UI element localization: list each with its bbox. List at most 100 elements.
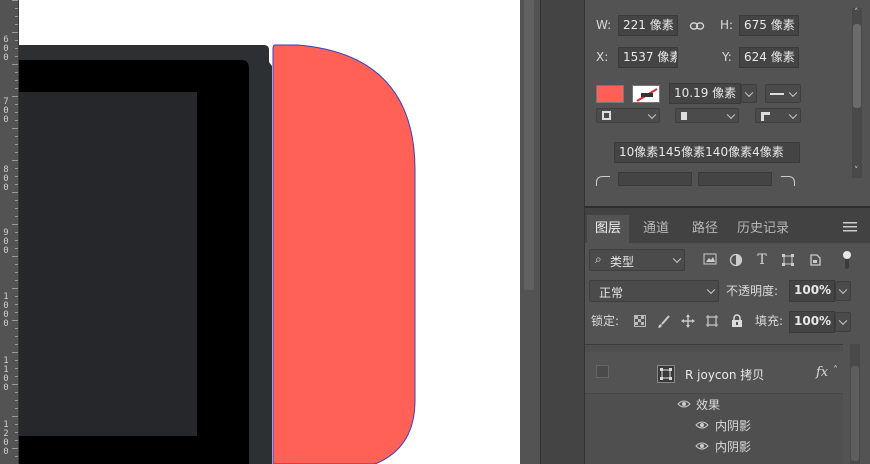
opacity-field[interactable]: 100% xyxy=(789,280,835,302)
ruler-tick xyxy=(15,304,18,305)
properties-scroll-thumb[interactable] xyxy=(853,24,861,108)
eye-icon[interactable] xyxy=(694,439,710,455)
effects-label: 效果 xyxy=(696,398,721,412)
ruler-tick xyxy=(12,320,18,321)
layer-name[interactable]: R joycon 拷贝 xyxy=(685,366,764,383)
ruler-tick xyxy=(15,72,18,73)
ruler-tick xyxy=(15,368,18,369)
ruler-tick xyxy=(12,192,18,193)
lock-image-pixels-icon[interactable] xyxy=(656,315,672,331)
ruler-label: 1 0 0 0 xyxy=(3,292,9,329)
ruler-tick xyxy=(15,392,18,393)
layer-effects-fx-icon[interactable]: fx xyxy=(816,365,828,380)
ruler-tick xyxy=(15,424,18,425)
layer-filter-dropdown[interactable]: ⌕ 类型 xyxy=(589,249,685,271)
stroke-corner-dropdown[interactable] xyxy=(755,108,801,123)
layers-scrollbar[interactable] xyxy=(850,344,860,464)
ruler-tick xyxy=(15,408,18,409)
document-canvas[interactable] xyxy=(19,0,520,464)
lock-position-icon[interactable] xyxy=(680,314,696,330)
effect-item-inner-shadow[interactable]: 内阴影 xyxy=(715,438,751,455)
vertical-ruler[interactable]: 6 0 0 7 0 0 8 0 0 9 0 0 1 0 0 0 1 1 0 0 … xyxy=(0,0,19,464)
fill-field[interactable]: 100% xyxy=(789,311,835,333)
eye-icon[interactable] xyxy=(694,418,710,434)
height-label: H: xyxy=(720,18,734,32)
ruler-label: 6 0 0 xyxy=(3,35,9,63)
x-label: X: xyxy=(596,50,609,64)
x-position-field[interactable]: 1537 像素 xyxy=(618,47,678,68)
ruler-label: 1 1 0 0 xyxy=(3,356,9,393)
height-field[interactable]: 675 像素 xyxy=(739,15,799,36)
tab-history[interactable]: 历史记录 xyxy=(729,215,797,243)
ruler-tick xyxy=(12,0,18,1)
stroke-width-dropdown[interactable] xyxy=(741,84,757,103)
width-field[interactable]: 221 像素 xyxy=(618,15,678,36)
corner-top-right-field[interactable] xyxy=(698,172,772,186)
collapse-effects-icon[interactable]: ˄ xyxy=(833,365,838,376)
ruler-tick xyxy=(12,96,18,97)
image-filter-icon[interactable] xyxy=(702,253,718,269)
opacity-dropdown[interactable] xyxy=(835,281,851,301)
ruler-tick xyxy=(15,432,18,433)
tab-layers[interactable]: 图层 xyxy=(587,215,630,243)
stroke-cap-dropdown[interactable] xyxy=(675,108,739,123)
ruler-tick xyxy=(15,112,18,113)
scroll-down-icon[interactable]: ˅ xyxy=(854,166,859,176)
ruler-label: 1 2 0 0 xyxy=(3,420,9,457)
width-label: W: xyxy=(596,18,612,32)
tab-paths[interactable]: 路径 xyxy=(684,215,726,243)
adjustment-filter-icon[interactable] xyxy=(728,253,744,269)
ruler-tick xyxy=(12,416,18,417)
ruler-tick xyxy=(15,24,18,25)
smart-object-filter-icon[interactable] xyxy=(807,253,823,269)
ruler-tick xyxy=(12,288,18,289)
ruler-tick xyxy=(12,256,18,257)
ruler-tick xyxy=(15,176,18,177)
ruler-tick xyxy=(15,48,18,49)
scroll-up-icon[interactable]: ˄ xyxy=(854,8,859,18)
ruler-tick xyxy=(12,352,18,353)
layer-visibility-toggle[interactable] xyxy=(596,365,609,378)
ruler-tick xyxy=(15,240,18,241)
stroke-type-dropdown[interactable] xyxy=(765,84,801,103)
blend-mode-dropdown[interactable]: 正常 xyxy=(589,280,719,302)
ruler-tick xyxy=(15,8,18,9)
lock-artboard-icon[interactable] xyxy=(704,314,720,330)
filter-toggle[interactable] xyxy=(843,251,851,269)
layers-scroll-thumb[interactable] xyxy=(851,366,859,461)
ruler-tick xyxy=(15,248,18,249)
lock-all-icon[interactable] xyxy=(729,314,745,330)
stroke-color-swatch[interactable] xyxy=(632,85,660,103)
eye-icon[interactable] xyxy=(676,397,692,413)
ruler-tick xyxy=(12,128,18,129)
link-icon[interactable] xyxy=(689,18,705,34)
canvas-vertical-scrollbar[interactable] xyxy=(524,0,534,290)
fill-dropdown[interactable] xyxy=(835,312,851,332)
stroke-width-field[interactable]: 10.19 像素 xyxy=(669,83,741,104)
ruler-tick xyxy=(15,104,18,105)
properties-scrollbar[interactable]: ˄ ˅ xyxy=(852,8,862,178)
ruler-tick xyxy=(15,152,18,153)
ruler-tick xyxy=(12,224,18,225)
panel-menu-icon[interactable] xyxy=(842,221,858,237)
canvas-artwork xyxy=(19,44,416,464)
corner-top-left-field[interactable] xyxy=(618,172,692,186)
ruler-tick xyxy=(15,232,18,233)
ruler-label: 9 0 0 xyxy=(3,228,9,256)
y-position-field[interactable]: 624 像素 xyxy=(739,47,799,68)
layers-panel: 图层 通道 路径 历史记录 ⌕ 类型 T 正常 不透明度: 100% 锁定: 填… xyxy=(585,207,870,464)
ruler-tick xyxy=(15,336,18,337)
corner-radius-field[interactable]: 10像素145像素140像素4像素 xyxy=(614,142,800,163)
tab-channels[interactable]: 通道 xyxy=(635,215,677,243)
lock-transparent-pixels-icon[interactable] xyxy=(632,315,648,331)
effect-item-inner-shadow[interactable]: 内阴影 xyxy=(715,417,751,434)
ruler-tick xyxy=(15,208,18,209)
shape-filter-icon[interactable] xyxy=(780,253,796,269)
ruler-tick xyxy=(15,296,18,297)
ruler-tick xyxy=(15,400,18,401)
fill-color-swatch[interactable] xyxy=(596,85,624,103)
stroke-align-dropdown[interactable] xyxy=(596,108,660,123)
type-filter-icon[interactable]: T xyxy=(754,252,770,268)
ruler-tick xyxy=(15,360,18,361)
right-joycon-shape[interactable] xyxy=(272,44,416,464)
